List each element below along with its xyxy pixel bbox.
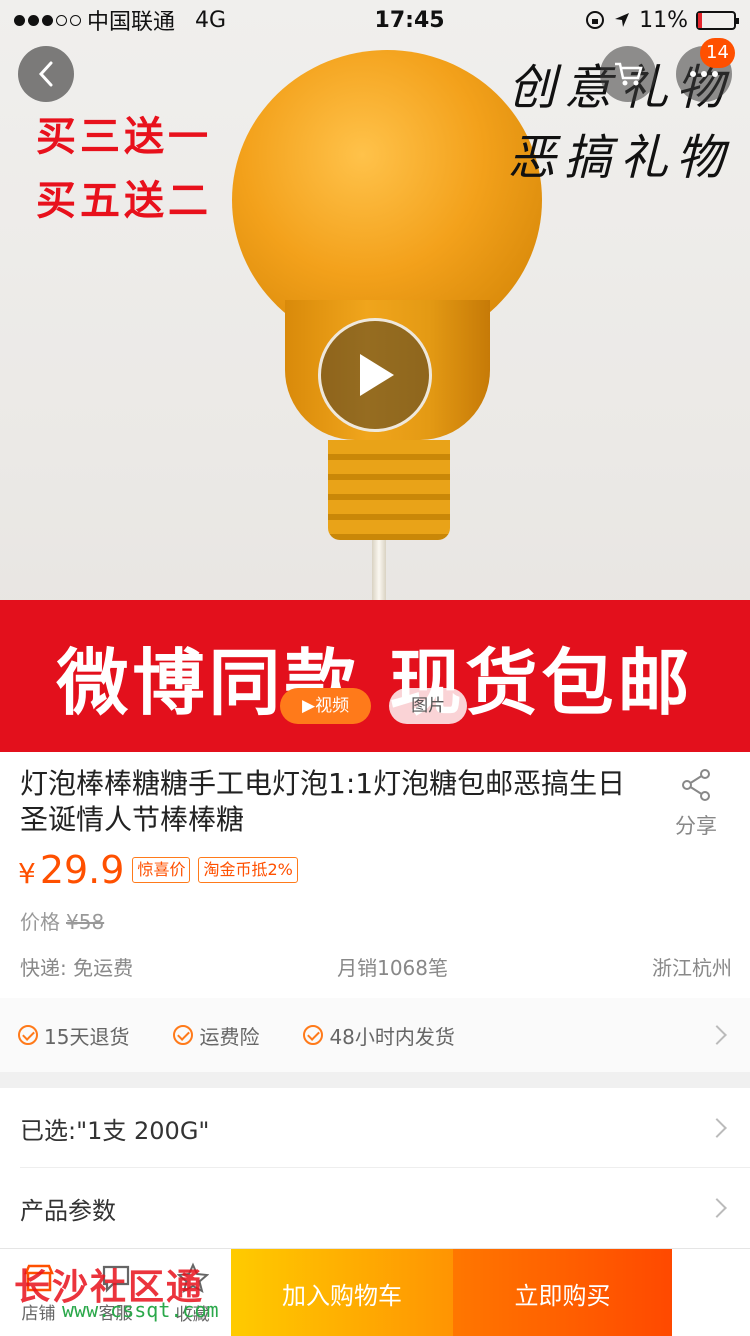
product-params-label: 产品参数 <box>20 1196 116 1225</box>
price-tag-surprise: 惊喜价 <box>132 857 191 883</box>
share-button[interactable]: 分享 <box>666 768 726 840</box>
check-circle-icon <box>173 1025 194 1045</box>
location-arrow-icon <box>615 13 630 27</box>
guarantee-shipping-insurance-label: 运费险 <box>199 1024 260 1049</box>
guarantee-shipping-insurance: 运费险 <box>173 1021 259 1050</box>
price-tag-taojinbi: 淘金币抵2% <box>198 857 298 883</box>
more-icon <box>690 71 718 77</box>
share-icon <box>682 769 710 801</box>
battery-percent: 11% <box>639 7 688 33</box>
product-title: 灯泡棒棒糖糖手工电灯泡1:1灯泡糖包邮恶搞生日圣诞情人节棒棒糖 <box>20 767 626 836</box>
network-type: 4G <box>195 7 227 33</box>
cart-count-badge: 14 <box>700 38 735 68</box>
shipping-meta-row: 快递: 免运费 月销1068笔 浙江杭州 <box>20 952 732 981</box>
buy-now-button[interactable]: 立即购买 <box>453 1249 672 1336</box>
original-price-label: 价格 <box>20 910 60 934</box>
original-price-value: ¥58 <box>66 910 105 934</box>
chevron-right-icon <box>707 1118 727 1138</box>
chevron-left-icon <box>38 61 53 87</box>
product-image-gallery[interactable]: 买三送一 买五送二 创意礼物 恶搞礼物 微博同款 现货包邮 ▶视频 图片 <box>0 0 750 752</box>
service-guarantees[interactable]: 15天退货 运费险 48小时内发货 <box>0 998 750 1072</box>
product-info: 灯泡棒棒糖糖手工电灯泡1:1灯泡糖包邮恶搞生日圣诞情人节棒棒糖 分享 ¥29.9… <box>0 752 750 998</box>
promo-text-line1: 买三送一 <box>36 114 212 160</box>
cart-icon <box>615 62 643 86</box>
original-price: 价格 ¥58 <box>20 906 104 935</box>
product-detail-page: 买三送一 买五送二 创意礼物 恶搞礼物 微博同款 现货包邮 ▶视频 图片 中 <box>0 0 750 1336</box>
ship-from-location: 浙江杭州 <box>651 956 732 980</box>
status-time: 17:45 <box>374 7 445 33</box>
sku-selection-row[interactable]: 已选:"1支 200G" <box>0 1088 750 1168</box>
chevron-right-icon <box>707 1025 727 1045</box>
carrier-name: 中国联通 <box>87 10 176 35</box>
media-tab-video-label: 视频 <box>315 696 350 716</box>
monthly-sales: 月销1068笔 <box>337 956 448 980</box>
add-to-cart-button[interactable]: 加入购物车 <box>231 1249 453 1336</box>
share-label: 分享 <box>675 814 717 838</box>
chevron-right-icon <box>707 1198 727 1218</box>
shipping-fee: 快递: 免运费 <box>20 956 134 980</box>
media-tab-image[interactable]: 图片 <box>389 688 468 724</box>
current-price: ¥29.9 <box>18 848 124 892</box>
selected-sku: 已选:"1支 200G" <box>20 1116 210 1145</box>
section-divider <box>0 1072 750 1088</box>
media-tab-image-label: 图片 <box>411 696 446 716</box>
guarantee-return-label: 15天退货 <box>44 1024 130 1049</box>
small-play-icon: ▶ <box>302 696 316 716</box>
check-circle-icon <box>303 1025 324 1045</box>
guarantee-dispatch-label: 48小时内发货 <box>329 1024 455 1049</box>
guarantee-dispatch: 48小时内发货 <box>303 1021 455 1050</box>
status-bar: 中国联通 4G 17:45 11% <box>0 0 750 40</box>
price-currency: ¥ <box>18 857 36 890</box>
play-icon <box>360 354 394 396</box>
price-row: ¥29.9 惊喜价 淘金币抵2% <box>18 848 298 892</box>
promo-banner: 微博同款 现货包邮 <box>0 600 750 752</box>
calligraphy-text-line2: 恶搞礼物 <box>507 130 732 186</box>
price-value: 29.9 <box>39 848 125 892</box>
check-circle-icon <box>18 1025 38 1045</box>
play-video-button[interactable] <box>318 318 432 432</box>
site-watermark-url: www.cssqt.com <box>62 1298 219 1322</box>
battery-fill <box>698 12 702 28</box>
bulb-candy-screw <box>328 440 450 540</box>
media-switch: ▶视频 图片 <box>280 688 468 724</box>
media-tab-video[interactable]: ▶视频 <box>280 688 372 724</box>
promo-text-line2: 买五送二 <box>36 178 212 224</box>
guarantee-return: 15天退货 <box>18 1021 129 1050</box>
back-button[interactable] <box>18 46 74 102</box>
battery-icon <box>696 10 739 30</box>
rotation-lock-icon <box>586 11 605 29</box>
signal-strength-icon <box>14 14 81 26</box>
cart-button[interactable] <box>600 46 656 102</box>
product-params-row[interactable]: 产品参数 <box>0 1168 750 1248</box>
